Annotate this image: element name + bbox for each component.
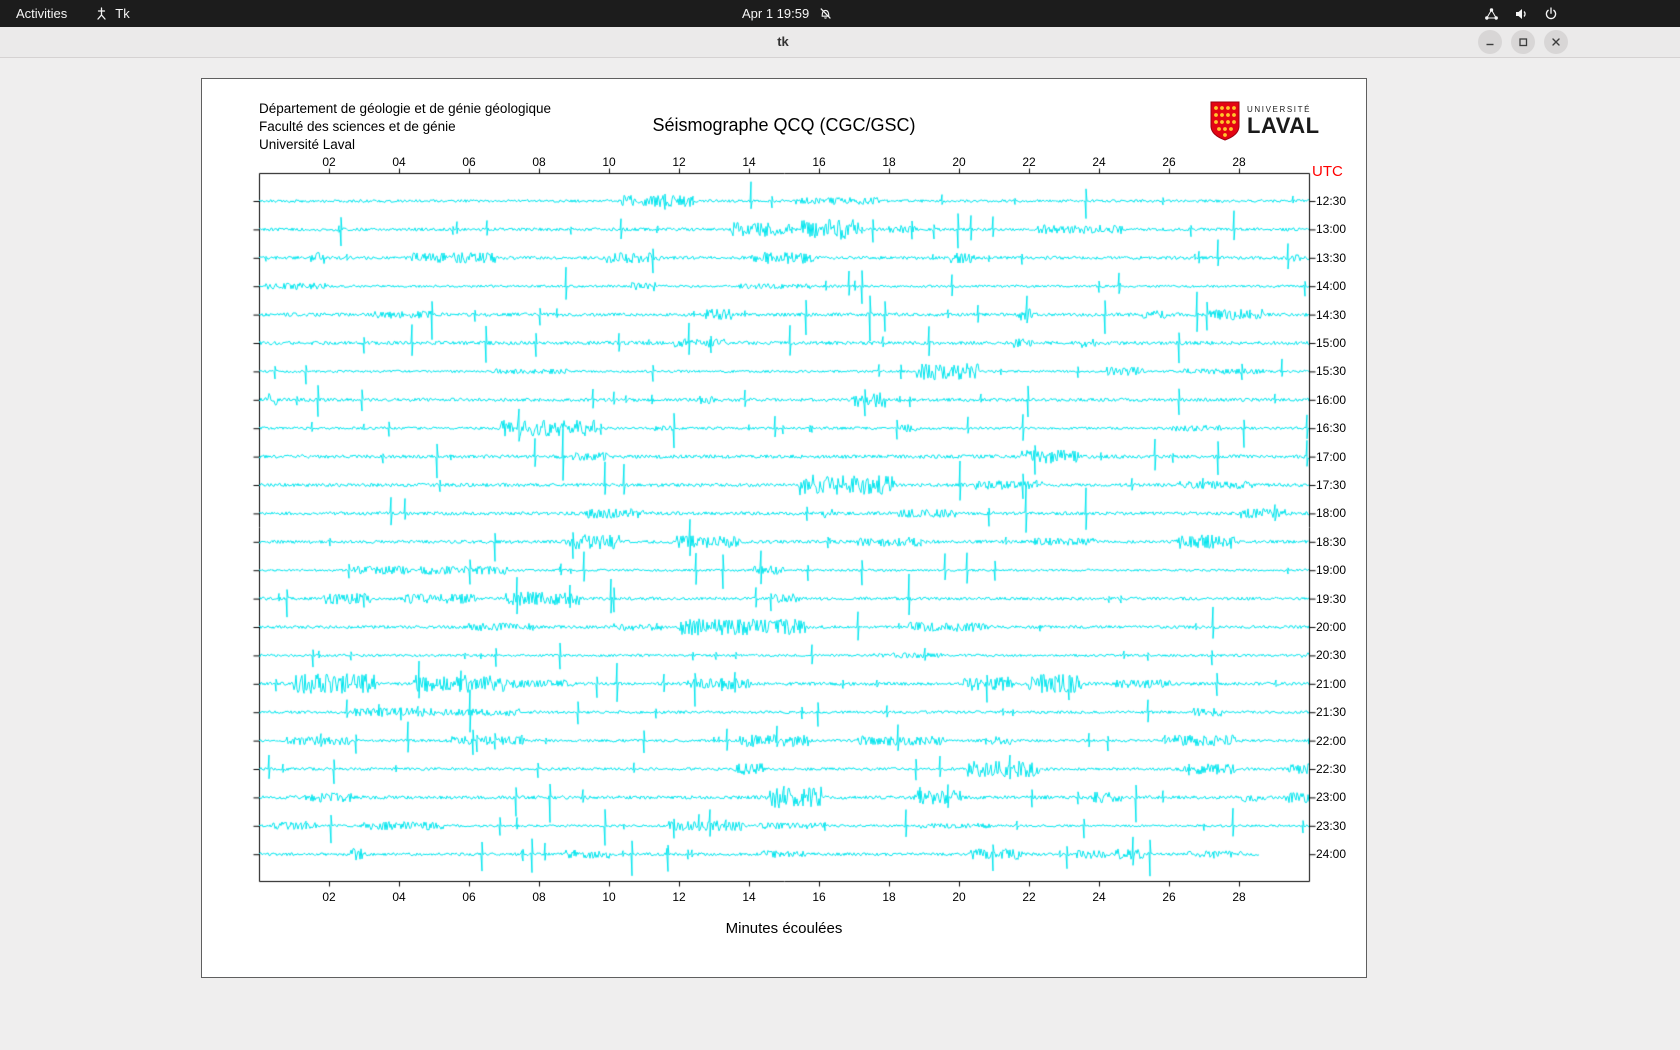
trace-time-labels: 12:30 13:00 13:30 14:00 14:30 15:00 15:30 16:00… (1316, 79, 1368, 977)
x-tick-bottom-16: 16 (812, 890, 826, 904)
trace-time-label-17:00: 17:00 (1316, 449, 1347, 464)
clock-label: Apr 1 19:59 (742, 6, 810, 21)
trace-time-label-20:30: 20:30 (1316, 648, 1347, 663)
plot-title: Séismographe QCQ (CGC/GSC) (652, 115, 916, 135)
x-axis-ticks-bottom: 02 04 06 08 10 12 14 16 18 20 22 24 26 28 (259, 890, 1309, 904)
trace-time-label-17:30: 17:30 (1316, 478, 1347, 492)
trace-time-label-21:30: 21:30 (1316, 705, 1347, 720)
x-tick-bottom-04: 04 (392, 890, 406, 904)
laval-shield-icon (1210, 101, 1240, 141)
trace-time-label-19:00: 19:00 (1316, 563, 1347, 578)
trace-time-label-23:30: 23:30 (1316, 818, 1347, 833)
close-button[interactable] (1544, 30, 1568, 54)
activities-button[interactable]: Activities (16, 6, 67, 21)
trace-time-label-22:30: 22:30 (1316, 762, 1347, 776)
institution-line-3: Université Laval (259, 137, 356, 152)
trace-time-label-14:30: 14:30 (1316, 307, 1347, 322)
trace-time-label-13:00: 13:00 (1316, 222, 1347, 237)
trace-time-label-18:30: 18:30 (1316, 534, 1347, 549)
minimize-button[interactable] (1478, 30, 1502, 54)
trace-time-label-18:00: 18:00 (1316, 506, 1347, 521)
x-tick-bottom-24: 24 (1092, 890, 1106, 904)
clock-menu[interactable]: Apr 1 19:59 (742, 0, 832, 27)
x-tick-bottom-06: 06 (462, 890, 476, 904)
volume-icon (1516, 8, 1526, 19)
x-tick-bottom-22: 22 (1022, 890, 1036, 904)
power-icon (1545, 6, 1557, 19)
notifications-off-icon (820, 8, 832, 19)
system-status-area[interactable] (1484, 0, 1558, 27)
tk-icon (97, 7, 106, 20)
trace-time-label-16:30: 16:30 (1316, 421, 1347, 436)
x-tick-bottom-18: 18 (882, 890, 896, 904)
x-tick-bottom-14: 14 (742, 890, 756, 904)
trace-time-label-12:30: 12:30 (1316, 194, 1347, 208)
restore-icon (1519, 38, 1528, 47)
trace-time-label-24:00: 24:00 (1316, 847, 1347, 862)
trace-time-label-16:00: 16:00 (1316, 392, 1347, 407)
app-indicator-label: Tk (115, 6, 130, 21)
trace-time-label-21:00: 21:00 (1316, 676, 1347, 691)
seismograph-window: Département de géologie et de génie géol… (201, 78, 1367, 978)
window-title: tk (777, 34, 789, 49)
network-icon (1485, 7, 1498, 20)
x-tick-bottom-10: 10 (602, 890, 616, 904)
app-indicator-tk[interactable]: Tk (95, 6, 130, 21)
top-bar: Activities Tk Apr 1 19:59 (0, 0, 1680, 27)
restore-button[interactable] (1511, 30, 1535, 54)
trace-time-label-13:30: 13:30 (1316, 250, 1347, 265)
x-tick-bottom-26: 26 (1162, 890, 1176, 904)
trace-time-label-19:30: 19:30 (1316, 591, 1347, 606)
logo-laval-text: LAVAL (1247, 112, 1320, 138)
x-tick-bottom-12: 12 (672, 890, 686, 904)
window-titlebar[interactable]: tk (0, 27, 1680, 58)
x-tick-bottom-28: 28 (1232, 890, 1246, 904)
trace-time-label-20:00: 20:00 (1316, 620, 1347, 634)
x-tick-bottom-08: 08 (532, 890, 546, 904)
trace-time-label-15:00: 15:00 (1316, 336, 1347, 350)
minimize-icon (1486, 43, 1494, 46)
universite-laval-logo: UNIVERSITÉ LAVAL (1210, 101, 1320, 141)
x-tick-bottom-02: 02 (322, 890, 336, 904)
trace-time-label-15:30: 15:30 (1316, 364, 1347, 379)
close-icon (1552, 38, 1560, 46)
trace-time-label-23:00: 23:00 (1316, 790, 1347, 805)
trace-time-label-14:00: 14:00 (1316, 279, 1347, 294)
x-tick-bottom-20: 20 (952, 890, 966, 904)
trace-time-label-22:00: 22:00 (1316, 733, 1347, 748)
seismograph-plot (251, 165, 1317, 889)
x-axis-label: Minutes écoulées (725, 920, 843, 937)
